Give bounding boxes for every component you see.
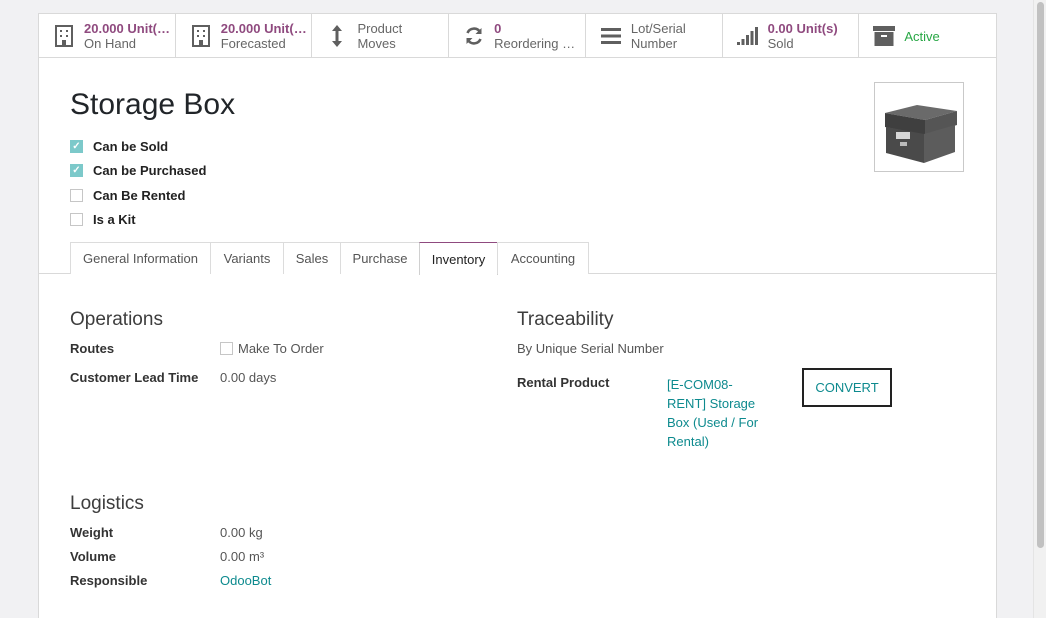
active-label: Active	[904, 28, 940, 44]
is-a-kit-option[interactable]: Is a Kit	[70, 208, 206, 233]
product-form-sheet: 20.000 Unit(… On Hand 20.000 Unit(… Foreca…	[38, 13, 997, 618]
building-icon	[53, 24, 75, 48]
convert-button[interactable]: CONVERT	[802, 368, 892, 407]
rental-product-label: Rental Product	[517, 375, 610, 390]
routes-label: Routes	[70, 341, 115, 356]
responsible-label: Responsible	[70, 573, 148, 588]
check-icon[interactable]: ✓	[70, 139, 83, 153]
tab-purchase[interactable]: Purchase	[340, 242, 420, 274]
lot-serial-label-1: Lot/Serial	[630, 21, 686, 36]
can-be-sold-option[interactable]: ✓ Can be Sold	[70, 134, 206, 159]
tab-variants[interactable]: Variants	[210, 242, 284, 274]
lot-serial-button[interactable]: Lot/Serial Number	[586, 14, 723, 58]
tracking-value[interactable]: By Unique Serial Number	[517, 341, 664, 356]
page-scrollbar[interactable]	[1033, 0, 1046, 618]
reordering-value: 0	[494, 21, 502, 36]
weight-unit: kg	[248, 525, 263, 540]
notebook-tabs: General Information Variants Sales Purch…	[39, 242, 996, 275]
is-a-kit-label: Is a Kit	[93, 212, 136, 228]
checkbox[interactable]	[70, 213, 83, 227]
tab-general-information[interactable]: General Information	[70, 242, 211, 274]
logistics-heading: Logistics	[70, 493, 144, 514]
volume-field[interactable]: 0.00 m³	[220, 549, 264, 564]
forecasted-button[interactable]: 20.000 Unit(… Forecasted	[176, 14, 313, 58]
tab-sales[interactable]: Sales	[283, 242, 341, 274]
forecasted-label: Forecasted	[220, 36, 286, 51]
can-be-purchased-label: Can be Purchased	[93, 163, 207, 179]
sold-button[interactable]: 0.00 Unit(s) Sold	[723, 14, 860, 58]
can-be-rented-option[interactable]: Can Be Rented	[70, 183, 206, 208]
product-moves-button[interactable]: Product Moves	[312, 14, 450, 58]
product-moves-label-2: Moves	[357, 36, 396, 51]
product-image[interactable]	[874, 82, 964, 172]
operations-heading: Operations	[70, 309, 163, 330]
product-options: ✓ Can be Sold ✓ Can be Purchased Can Be Re…	[70, 134, 206, 232]
signal-icon	[736, 24, 759, 48]
on-hand-value: 20.000 Unit(…	[84, 21, 170, 36]
scrollbar-thumb[interactable]	[1037, 2, 1044, 548]
checkbox[interactable]	[70, 188, 83, 202]
active-toggle-button[interactable]: Active	[859, 14, 996, 58]
lot-serial-label-2: Number	[630, 36, 678, 51]
make-to-order-label: Make To Order	[238, 341, 324, 356]
sold-value: 0.00 Unit(s)	[767, 21, 838, 36]
rental-product-line: [E-COM08-	[667, 377, 733, 392]
sold-label: Sold	[767, 36, 794, 51]
building-icon	[190, 24, 212, 48]
rental-product-line: Rental)	[667, 434, 709, 449]
can-be-purchased-option[interactable]: ✓ Can be Purchased	[70, 159, 206, 184]
arrows-vertical-icon	[326, 24, 348, 48]
weight-field[interactable]: 0.00 kg	[220, 525, 263, 540]
on-hand-button[interactable]: 20.000 Unit(… On Hand	[39, 14, 176, 58]
weight-label: Weight	[70, 525, 114, 540]
customer-lead-time-label: Customer Lead Time	[70, 370, 199, 385]
tab-accounting[interactable]: Accounting	[497, 242, 589, 274]
can-be-sold-label: Can be Sold	[93, 138, 169, 154]
forecasted-value: 20.000 Unit(…	[220, 21, 307, 36]
product-moves-label-1: Product	[357, 21, 403, 36]
weight-value: 0.00	[220, 525, 246, 540]
product-name[interactable]: Storage Box	[70, 88, 235, 122]
traceability-heading: Traceability	[517, 309, 614, 330]
refresh-icon	[463, 24, 485, 48]
rental-product-line: Box (Used / For	[667, 415, 759, 430]
volume-value: 0.00	[220, 549, 246, 564]
volume-unit: m³	[248, 549, 265, 564]
can-be-rented-label: Can Be Rented	[93, 187, 186, 203]
tab-inventory[interactable]: Inventory	[419, 242, 498, 275]
customer-lead-time-value[interactable]: 0.00 days	[220, 370, 276, 385]
volume-label: Volume	[70, 549, 116, 564]
reordering-button[interactable]: 0 Reordering …	[449, 14, 586, 58]
on-hand-label: On Hand	[84, 36, 137, 51]
reordering-label: Reordering …	[494, 36, 576, 51]
smart-button-bar: 20.000 Unit(… On Hand 20.000 Unit(… Foreca…	[39, 14, 996, 58]
check-icon[interactable]: ✓	[70, 164, 83, 178]
bars-icon	[600, 24, 622, 48]
archive-icon	[873, 24, 896, 48]
rental-product-line: RENT] Storage	[667, 396, 756, 411]
rental-product-link[interactable]: [E-COM08- RENT] Storage Box (Used / For …	[667, 375, 758, 451]
make-to-order-checkbox[interactable]	[220, 342, 233, 355]
responsible-link[interactable]: OdooBot	[220, 573, 271, 588]
